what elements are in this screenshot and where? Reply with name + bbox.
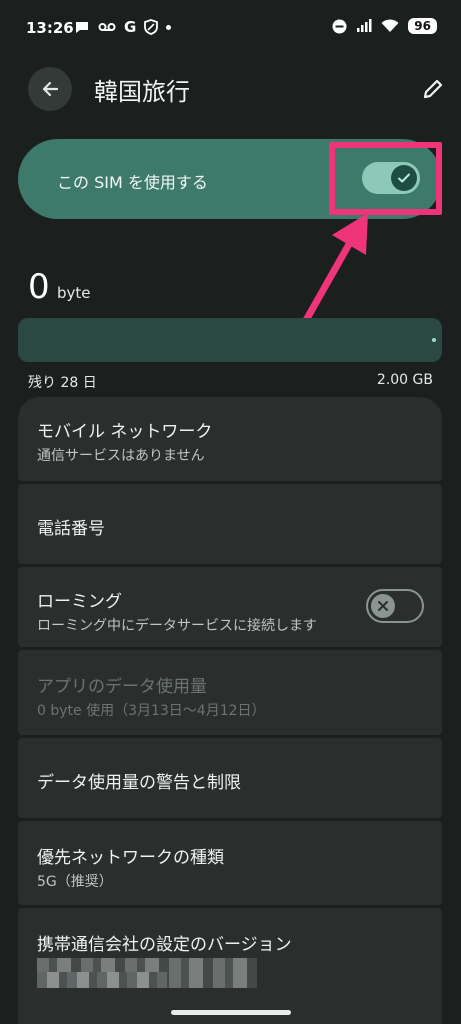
usage-progress-bar <box>18 318 442 362</box>
usage-unit: byte <box>57 284 91 302</box>
voicemail-icon <box>98 23 116 31</box>
preferred-network-subtitle: 5G（推奨） <box>37 874 113 890</box>
roaming-item[interactable]: ローミング ローミング中にデータサービスに接続します <box>18 567 442 647</box>
home-indicator[interactable] <box>171 1010 291 1015</box>
status-time: 13:26 <box>26 19 74 37</box>
app-data-usage-item: アプリのデータ使用量 0 byte 使用（3月13日〜4月12日） <box>18 650 442 735</box>
preferred-network-item[interactable]: 優先ネットワークの種類 5G（推奨） <box>18 821 442 905</box>
close-icon <box>378 601 388 611</box>
phone-number-title: 電話番号 <box>37 519 105 539</box>
use-sim-toggle[interactable] <box>362 162 420 194</box>
toggle-thumb <box>391 165 417 191</box>
roaming-title: ローミング <box>37 592 122 612</box>
data-warning-title: データ使用量の警告と制限 <box>37 773 241 793</box>
data-limit: 2.00 GB <box>376 372 433 388</box>
status-icons-left: G <box>74 18 172 36</box>
data-warning-item[interactable]: データ使用量の警告と制限 <box>18 738 442 818</box>
check-icon <box>398 173 410 183</box>
app-data-usage-title: アプリのデータ使用量 <box>37 677 207 697</box>
shield-icon <box>144 19 159 35</box>
back-button[interactable] <box>28 67 72 111</box>
use-sim-label: この SIM を使用する <box>57 173 208 192</box>
preferred-network-title: 優先ネットワークの種類 <box>37 848 224 868</box>
toggle-thumb <box>371 594 395 618</box>
edit-button[interactable] <box>416 72 450 106</box>
arrow-left-icon <box>42 81 59 97</box>
mobile-network-item[interactable]: モバイル ネットワーク 通信サービスはありません <box>18 397 442 481</box>
redacted-value <box>37 972 167 988</box>
signal-icon <box>357 19 372 32</box>
carrier-version-title: 携帯通信会社の設定のバージョン <box>37 935 292 955</box>
pencil-icon <box>423 79 443 99</box>
wifi-icon <box>381 19 399 32</box>
roaming-subtitle: ローミング中にデータサービスに接続します <box>37 618 317 634</box>
google-icon: G <box>124 18 137 36</box>
mobile-network-subtitle: 通信サービスはありません <box>37 448 205 464</box>
usage-amount: 0 <box>28 267 50 307</box>
phone-number-item[interactable]: 電話番号 <box>18 484 442 564</box>
usage-progress-marker <box>432 338 436 342</box>
mobile-network-title: モバイル ネットワーク <box>37 422 213 442</box>
status-icons-right: 96 <box>332 18 437 34</box>
dot-icon <box>166 24 172 30</box>
battery-icon: 96 <box>408 18 437 34</box>
roaming-toggle[interactable] <box>366 589 424 623</box>
dnd-icon <box>332 19 347 33</box>
days-remaining: 残り 28 日 <box>28 375 97 391</box>
app-data-usage-subtitle: 0 byte 使用（3月13日〜4月12日） <box>37 703 266 719</box>
page-title: 韓国旅行 <box>94 78 190 106</box>
chat-bubble-icon <box>76 22 88 33</box>
status-bar: 13:26 G 96 <box>0 0 461 56</box>
